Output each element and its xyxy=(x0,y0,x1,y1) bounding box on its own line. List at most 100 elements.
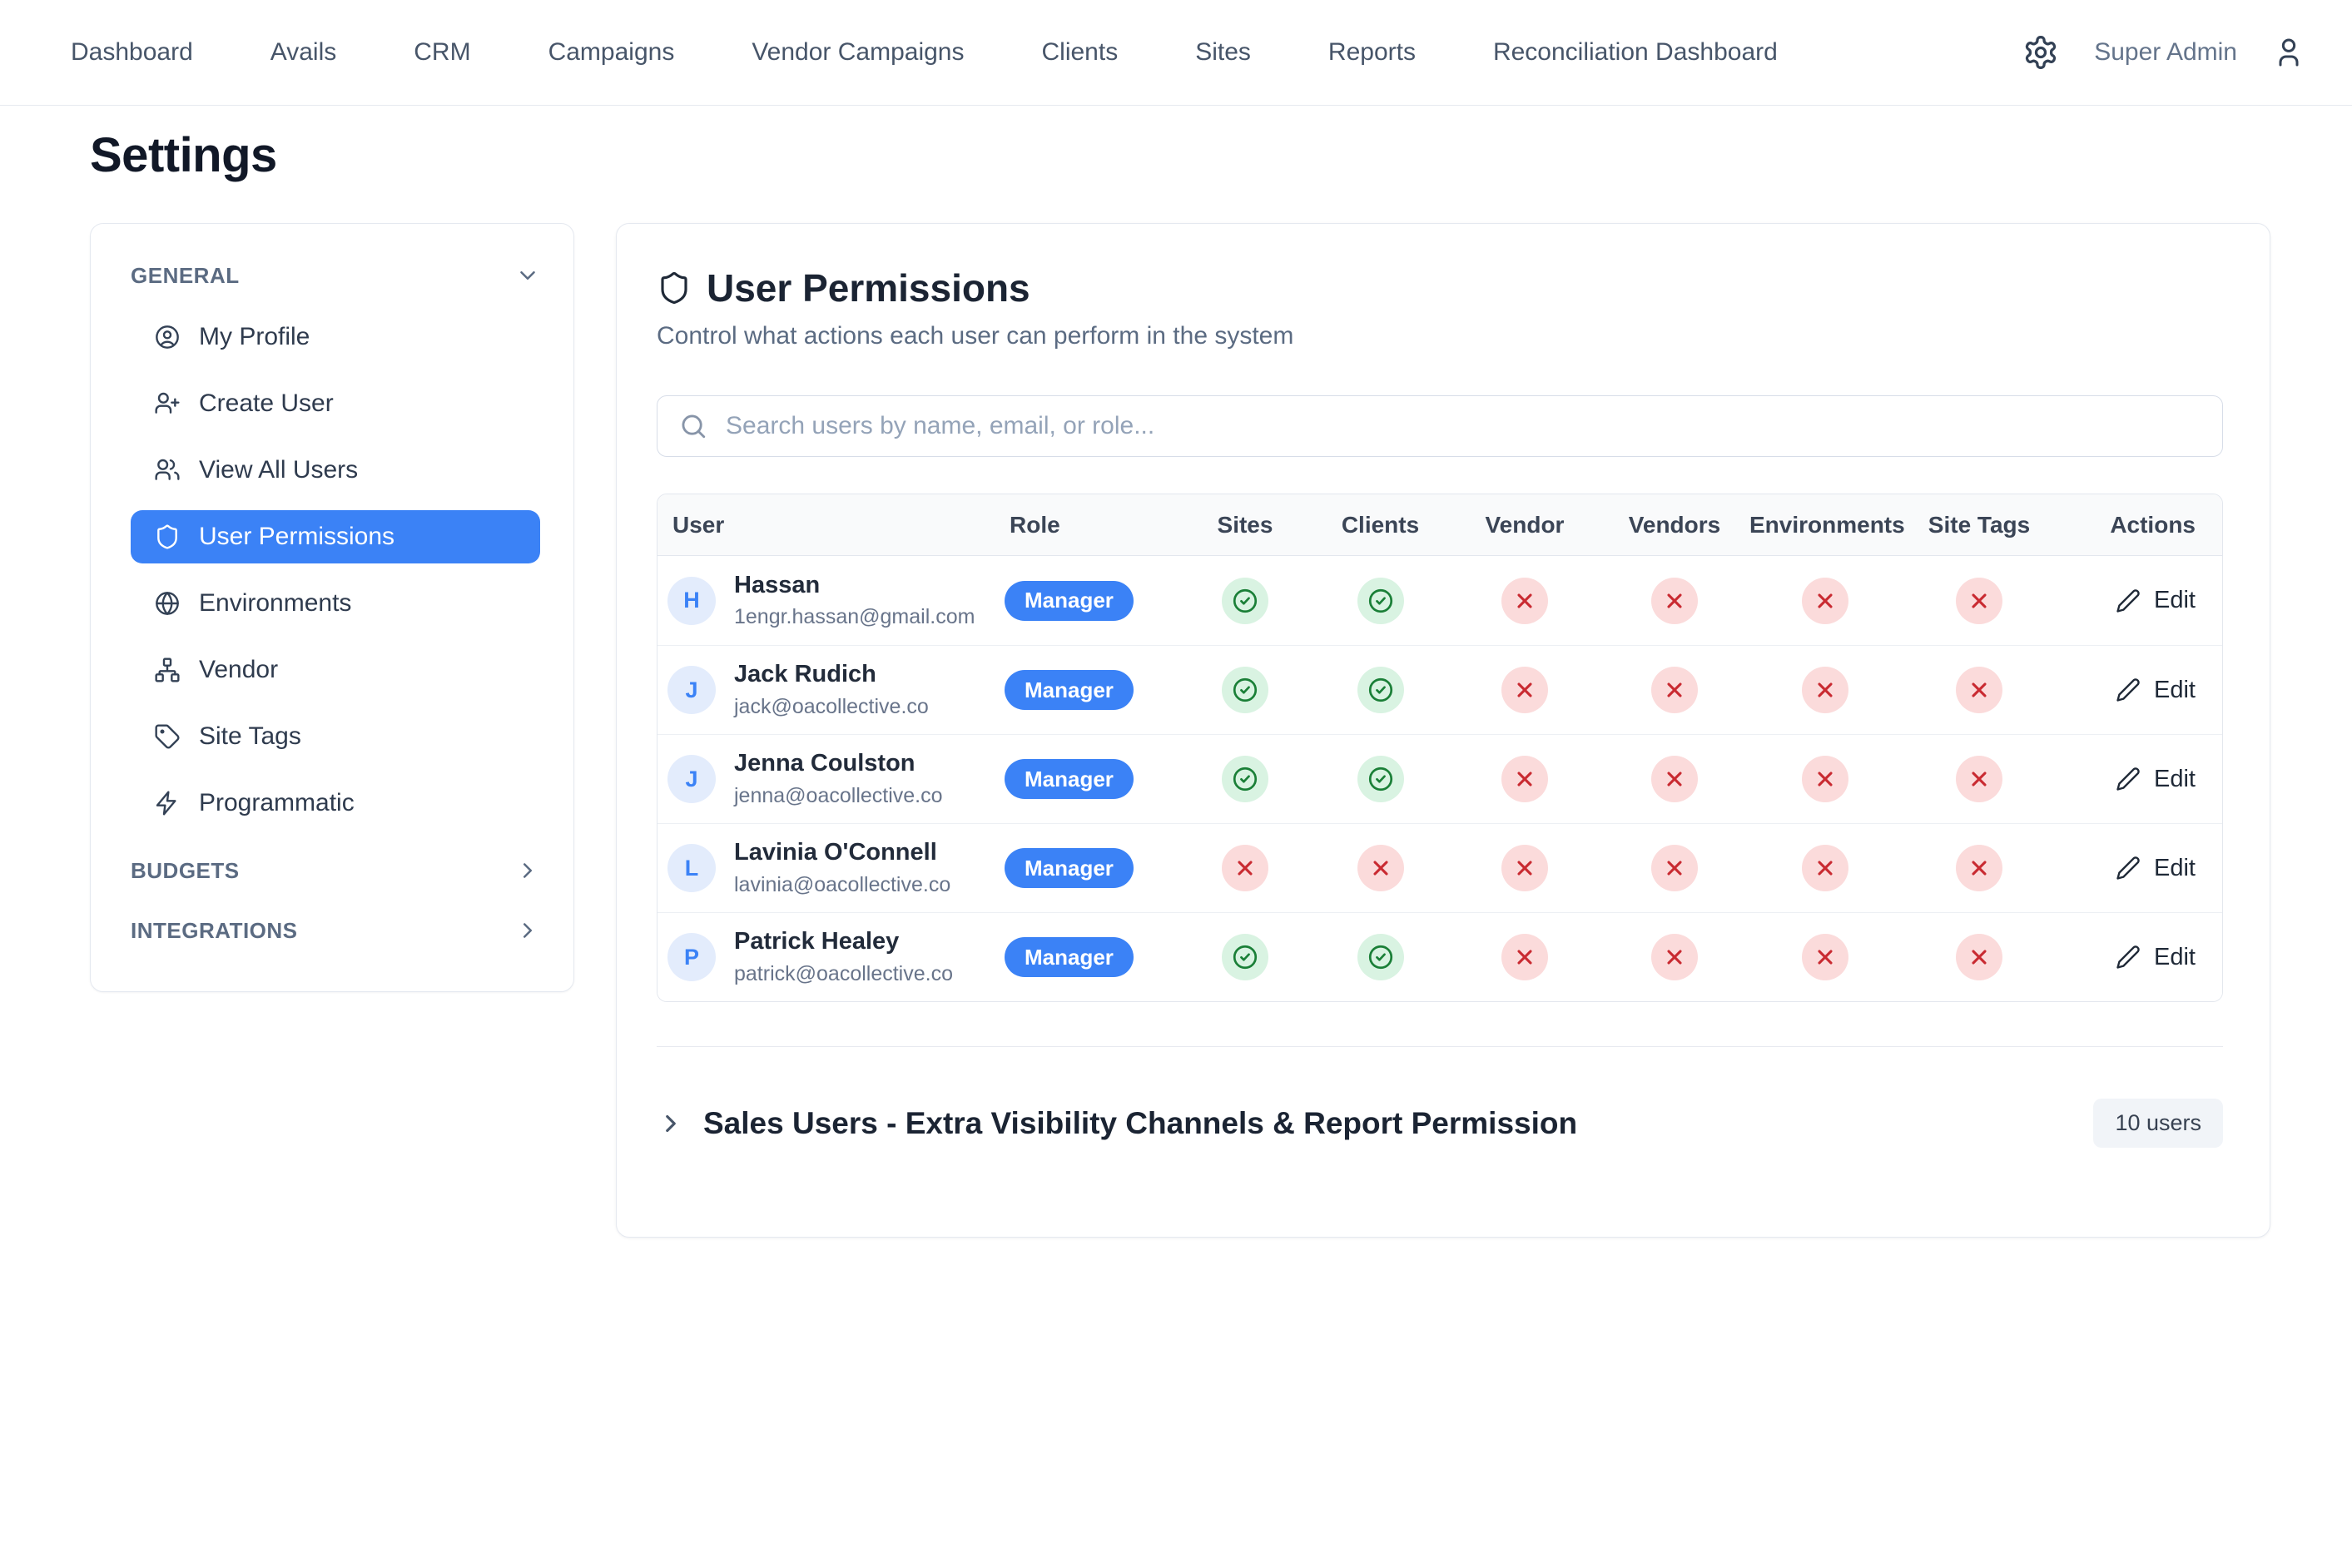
role-cell: Manager xyxy=(1005,848,1179,888)
user-permissions-panel: User Permissions Control what actions ea… xyxy=(616,223,2270,1238)
denied-icon xyxy=(1956,756,2002,802)
user-plus-icon xyxy=(154,390,181,417)
nav-item-crm[interactable]: CRM xyxy=(414,38,470,67)
sidebar-section-label: INTEGRATIONS xyxy=(131,918,298,944)
actions-cell: Edit xyxy=(2057,943,2222,972)
user-cell: J Jack Rudich jack@oacollective.co xyxy=(657,661,1005,718)
avatar: J xyxy=(667,666,716,714)
table-row: J Jenna Coulston jenna@oacollective.co M… xyxy=(657,734,2222,823)
role-badge: Manager xyxy=(1005,848,1134,888)
nav-item-sites[interactable]: Sites xyxy=(1195,38,1251,67)
permission-cell-vendor xyxy=(1450,578,1600,624)
chevron-right-icon xyxy=(515,858,540,883)
sidebar-item-vendor[interactable]: Vendor xyxy=(131,643,540,697)
denied-icon xyxy=(1956,578,2002,624)
user-name: Hassan xyxy=(734,572,975,599)
user-name: Jack Rudich xyxy=(734,661,929,688)
role-cell: Manager xyxy=(1005,937,1179,977)
sidebar-section-label: GENERAL xyxy=(131,263,240,289)
settings-gear-icon[interactable] xyxy=(2022,34,2059,71)
nav-item-reports[interactable]: Reports xyxy=(1328,38,1416,67)
table-row: H Hassan 1engr.hassan@gmail.com Manager xyxy=(657,556,2222,645)
sidebar-item-label: Programmatic xyxy=(199,789,355,817)
nav-item-dashboard[interactable]: Dashboard xyxy=(71,38,193,67)
column-header-vendors: Vendors xyxy=(1600,512,1749,538)
column-header-vendor: Vendor xyxy=(1450,512,1600,538)
user-cell: L Lavinia O'Connell lavinia@oacollective… xyxy=(657,839,1005,896)
sidebar-section-integrations[interactable]: INTEGRATIONS xyxy=(131,905,540,956)
sidebar-item-environments[interactable]: Environments xyxy=(131,577,540,630)
pencil-icon xyxy=(2116,767,2141,791)
sales-users-group-header[interactable]: Sales Users - Extra Visibility Channels … xyxy=(657,1099,2223,1148)
nav-item-campaigns[interactable]: Campaigns xyxy=(548,38,675,67)
user-cell: P Patrick Healey patrick@oacollective.co xyxy=(657,928,1005,985)
user-name: Lavinia O'Connell xyxy=(734,839,950,866)
granted-icon xyxy=(1222,934,1268,980)
edit-button[interactable]: Edit xyxy=(2111,854,2201,883)
permission-cell-sites xyxy=(1179,667,1311,713)
denied-icon xyxy=(1651,578,1698,624)
denied-icon xyxy=(1956,934,2002,980)
tag-icon xyxy=(154,723,181,750)
sidebar-item-label: Environments xyxy=(199,589,351,618)
users-icon xyxy=(154,457,181,484)
edit-label: Edit xyxy=(2154,677,2196,704)
nav-item-reconciliation-dashboard[interactable]: Reconciliation Dashboard xyxy=(1493,38,1778,67)
sidebar-item-view-all-users[interactable]: View All Users xyxy=(131,444,540,497)
denied-icon xyxy=(1802,667,1848,713)
panel-subtitle: Control what actions each user can perfo… xyxy=(657,322,2223,350)
user-cell: J Jenna Coulston jenna@oacollective.co xyxy=(657,750,1005,807)
permission-cell-vendors xyxy=(1600,756,1749,802)
user-profile-icon[interactable] xyxy=(2272,36,2305,69)
edit-label: Edit xyxy=(2154,587,2196,614)
denied-icon xyxy=(1956,667,2002,713)
settings-layout: GENERAL My Profile Crea xyxy=(0,223,2352,1238)
nav-item-vendor-campaigns[interactable]: Vendor Campaigns xyxy=(752,38,964,67)
edit-button[interactable]: Edit xyxy=(2111,586,2201,615)
search-input[interactable] xyxy=(724,411,2201,441)
sidebar-general-items: My Profile Create User View All Users xyxy=(131,304,540,836)
avatar: P xyxy=(667,933,716,981)
permission-cell-vendors xyxy=(1600,578,1749,624)
edit-button[interactable]: Edit xyxy=(2111,676,2201,705)
denied-icon xyxy=(1501,578,1548,624)
sidebar-item-label: View All Users xyxy=(199,456,358,484)
role-cell: Manager xyxy=(1005,759,1179,799)
permission-cell-vendor xyxy=(1450,667,1600,713)
shield-icon xyxy=(154,523,181,550)
denied-icon xyxy=(1802,934,1848,980)
user-email: 1engr.hassan@gmail.com xyxy=(734,605,975,629)
permission-cell-vendors xyxy=(1600,845,1749,891)
permission-cell-environments xyxy=(1749,578,1901,624)
sidebar-section-budgets[interactable]: BUDGETS xyxy=(131,845,540,896)
sidebar-section-general[interactable]: GENERAL xyxy=(131,252,540,299)
column-header-user: User xyxy=(657,512,1005,538)
sidebar-item-create-user[interactable]: Create User xyxy=(131,377,540,430)
column-header-site-tags: Site Tags xyxy=(1901,512,2057,538)
sidebar-item-programmatic[interactable]: Programmatic xyxy=(131,777,540,830)
sidebar-section-label: BUDGETS xyxy=(131,858,240,884)
pencil-icon xyxy=(2116,677,2141,702)
panel-title: User Permissions xyxy=(707,265,1030,310)
edit-button[interactable]: Edit xyxy=(2111,765,2201,794)
network-icon xyxy=(154,657,181,683)
permission-cell-clients xyxy=(1311,845,1450,891)
nav-item-clients[interactable]: Clients xyxy=(1042,38,1119,67)
actions-cell: Edit xyxy=(2057,586,2222,615)
denied-icon xyxy=(1802,756,1848,802)
user-cell: H Hassan 1engr.hassan@gmail.com xyxy=(657,572,1005,629)
user-email: lavinia@oacollective.co xyxy=(734,873,950,897)
table-row: P Patrick Healey patrick@oacollective.co… xyxy=(657,912,2222,1001)
granted-icon xyxy=(1357,934,1404,980)
edit-button[interactable]: Edit xyxy=(2111,943,2201,972)
sidebar-item-label: User Permissions xyxy=(199,523,394,551)
sidebar-item-my-profile[interactable]: My Profile xyxy=(131,310,540,364)
column-header-actions: Actions xyxy=(2057,512,2222,538)
sidebar-item-user-permissions[interactable]: User Permissions xyxy=(131,510,540,563)
nav-item-avails[interactable]: Avails xyxy=(270,38,336,67)
permission-cell-sites xyxy=(1179,845,1311,891)
permission-cell-site-tags xyxy=(1901,667,2057,713)
sidebar-item-site-tags[interactable]: Site Tags xyxy=(131,710,540,763)
user-count-badge: 10 users xyxy=(2093,1099,2223,1148)
table-row: L Lavinia O'Connell lavinia@oacollective… xyxy=(657,823,2222,912)
